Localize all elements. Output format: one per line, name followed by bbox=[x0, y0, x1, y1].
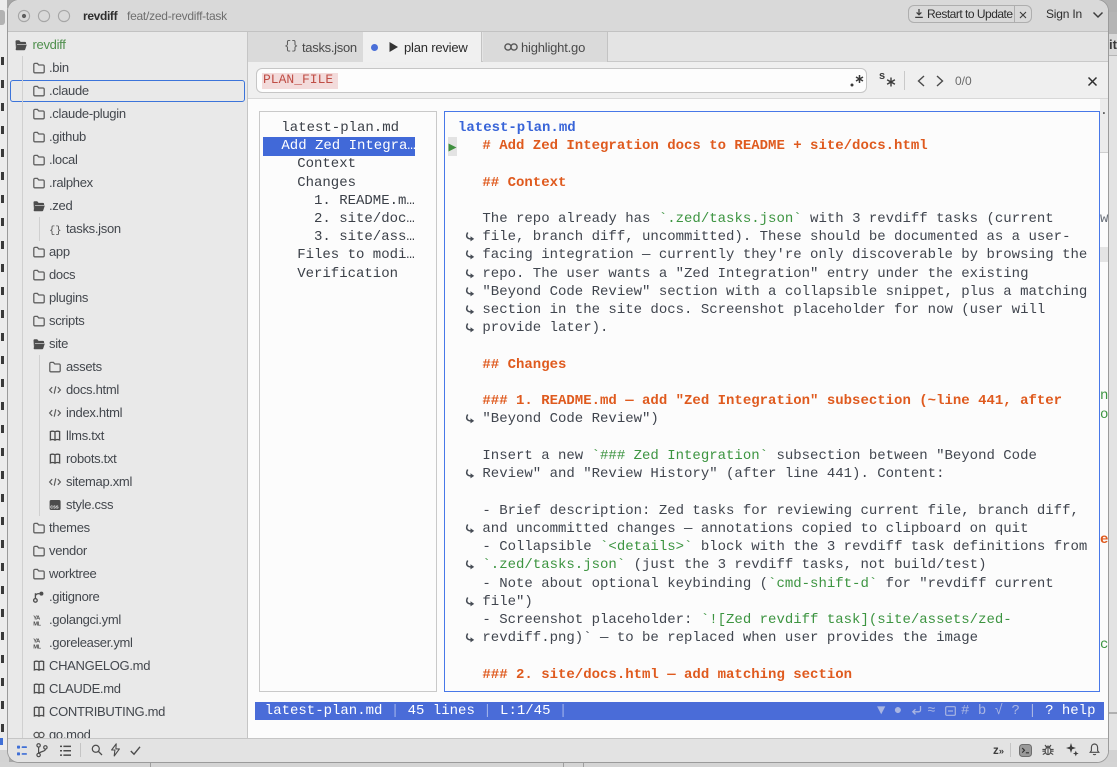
svg-text:ML: ML bbox=[33, 645, 41, 650]
svg-text:ML: ML bbox=[33, 622, 41, 627]
svg-text:{}: {} bbox=[49, 225, 62, 236]
svg-text:css: css bbox=[50, 504, 59, 510]
